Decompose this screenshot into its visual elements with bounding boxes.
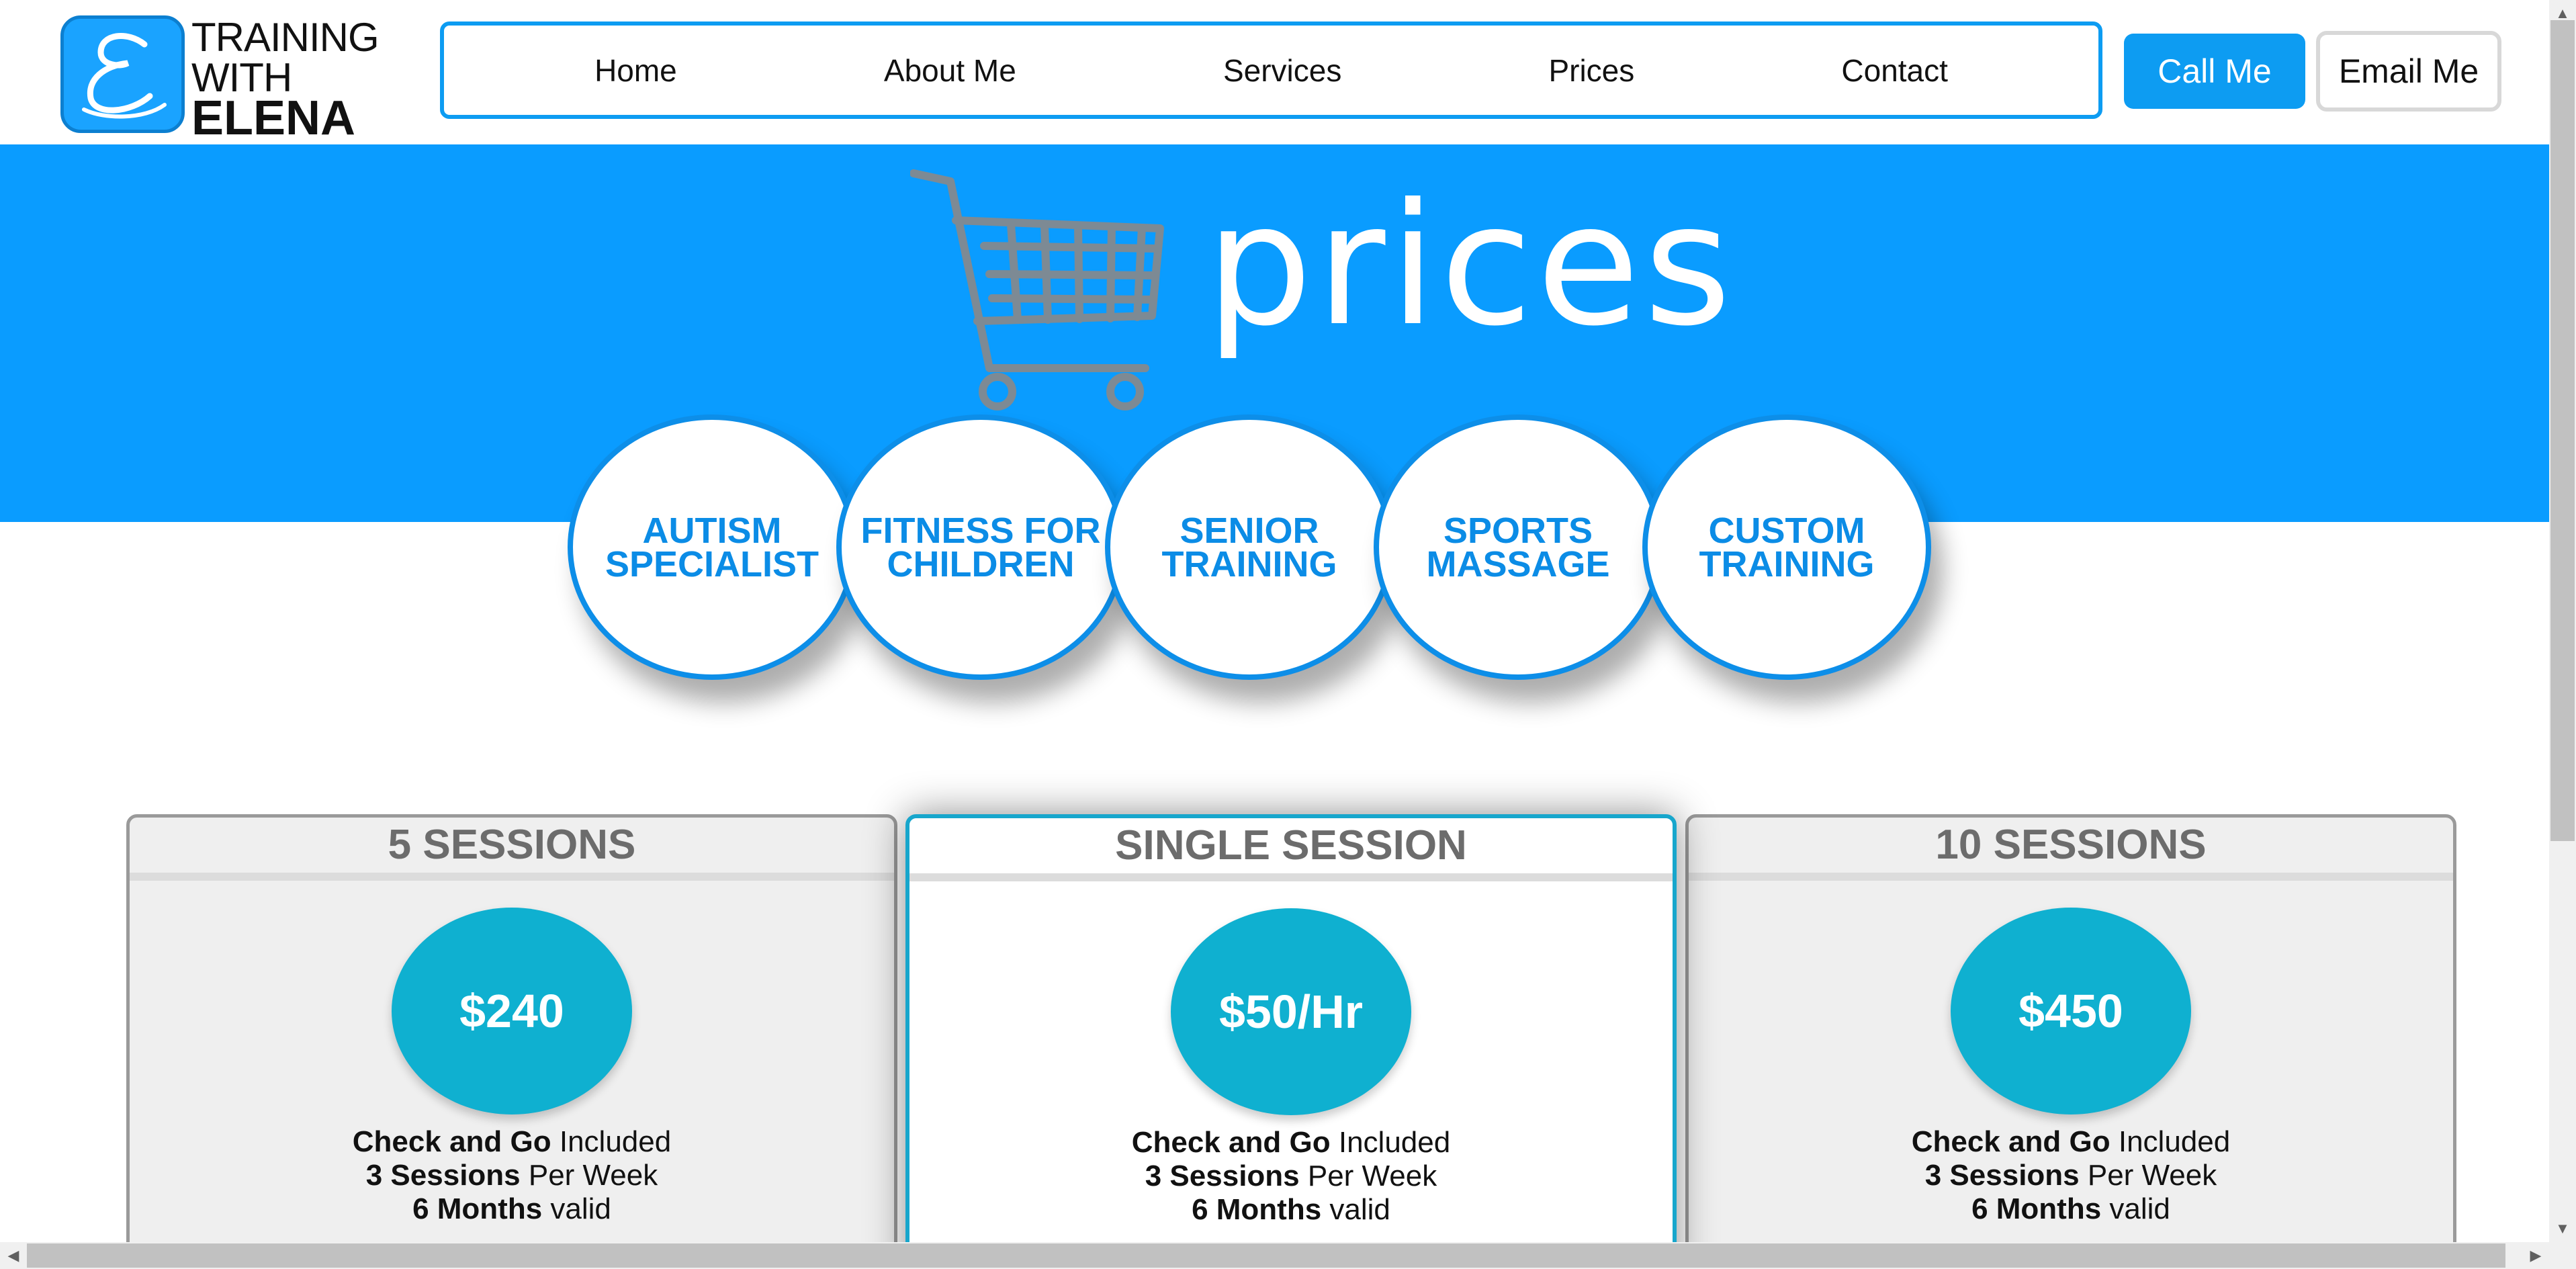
feature-item: 6 Months valid <box>1689 1192 2453 1226</box>
call-me-button[interactable]: Call Me <box>2124 34 2305 109</box>
feature-item: 3 Sessions Per Week <box>1689 1159 2453 1192</box>
feature-list: Check and Go Included 3 Sessions Per Wee… <box>1689 1125 2453 1226</box>
brand-line-3: ELENA <box>191 91 356 145</box>
feature-list: Check and Go Included 3 Sessions Per Wee… <box>130 1125 894 1226</box>
site-header: TRAINING WITH ELENA Home About Me Servic… <box>0 0 2549 144</box>
feature-item: Check and Go Included <box>1689 1125 2453 1159</box>
feature-bold: 3 Sessions <box>1145 1159 1300 1192</box>
banner-title: prices <box>1206 167 1736 363</box>
service-label-line-2: MASSAGE <box>1426 543 1610 584</box>
script-e-logo-icon <box>60 15 185 133</box>
email-me-button[interactable]: Email Me <box>2316 31 2501 112</box>
price-card-10-sessions[interactable]: 10 SESSIONS $450 Check and Go Included 3… <box>1685 814 2456 1242</box>
brand-logo[interactable]: TRAINING WITH ELENA <box>57 12 386 145</box>
price-card-single-session[interactable]: SINGLE SESSION $50/Hr Check and Go Inclu… <box>905 814 1677 1242</box>
service-label-line-2: TRAINING <box>1161 543 1337 584</box>
service-label: SPORTS MASSAGE <box>1410 513 1626 584</box>
service-circle-fitness-for-children[interactable]: FITNESS FOR CHILDREN <box>836 414 1125 680</box>
feature-bold: Check and Go <box>352 1125 551 1158</box>
shopping-cart-icon <box>910 169 1164 410</box>
feature-bold: 6 Months <box>1192 1193 1322 1226</box>
horizontal-scrollbar-thumb[interactable] <box>27 1243 2505 1268</box>
service-label: AUTISM SPECIALIST <box>589 513 835 584</box>
card-divider <box>1689 873 2453 881</box>
price-badge: $240 <box>392 908 632 1114</box>
scroll-right-arrow-icon[interactable]: ▶ <box>2522 1242 2549 1269</box>
feature-bold: 3 Sessions <box>1924 1159 2080 1192</box>
feature-item: 3 Sessions Per Week <box>130 1159 894 1192</box>
feature-list: Check and Go Included 3 Sessions Per Wee… <box>909 1126 1673 1227</box>
feature-bold: Check and Go <box>1131 1126 1331 1159</box>
service-circle-sports-massage[interactable]: SPORTS MASSAGE <box>1374 414 1662 680</box>
feature-text: Included <box>1330 1126 1451 1159</box>
brand-name: TRAINING WITH ELENA <box>191 15 386 145</box>
feature-bold: 3 Sessions <box>365 1159 521 1192</box>
service-label-line-2: TRAINING <box>1699 543 1875 584</box>
feature-text: valid <box>542 1192 611 1225</box>
service-label-line-2: CHILDREN <box>887 543 1075 584</box>
service-label: FITNESS FOR CHILDREN <box>844 513 1116 584</box>
main-navigation: Home About Me Services Prices Contact <box>440 21 2102 119</box>
service-circle-senior-training[interactable]: SENIOR TRAINING <box>1105 414 1394 680</box>
price-card-title: SINGLE SESSION <box>1115 822 1467 869</box>
page: TRAINING WITH ELENA Home About Me Servic… <box>0 0 2549 1242</box>
scroll-down-arrow-icon[interactable]: ▼ <box>2549 1215 2576 1242</box>
card-divider <box>909 873 1673 881</box>
price-badge: $450 <box>1951 908 2191 1114</box>
feature-text: Included <box>2110 1125 2231 1158</box>
scroll-left-arrow-icon[interactable]: ◀ <box>0 1242 27 1269</box>
nav-contact[interactable]: Contact <box>1841 52 1948 89</box>
feature-text: Per Week <box>2079 1159 2217 1192</box>
brand-line-1: TRAINING <box>191 15 380 60</box>
service-circle-autism-specialist[interactable]: AUTISM SPECIALIST <box>568 414 856 680</box>
nav-prices[interactable]: Prices <box>1548 52 1634 89</box>
nav-services[interactable]: Services <box>1223 52 1341 89</box>
feature-text: Per Week <box>1299 1159 1437 1192</box>
card-divider <box>130 873 894 881</box>
feature-item: Check and Go Included <box>909 1126 1673 1159</box>
feature-item: 6 Months valid <box>130 1192 894 1226</box>
vertical-scrollbar-thumb[interactable] <box>2550 20 2575 841</box>
feature-bold: 6 Months <box>1971 1192 2102 1225</box>
service-label: SENIOR TRAINING <box>1146 513 1353 584</box>
feature-item: 6 Months valid <box>909 1193 1673 1227</box>
feature-text: valid <box>1321 1193 1390 1226</box>
feature-bold: Check and Go <box>1911 1125 2111 1158</box>
price-card-5-sessions[interactable]: 5 SESSIONS $240 Check and Go Included 3 … <box>126 814 897 1242</box>
price-card-title: 5 SESSIONS <box>388 822 636 868</box>
feature-text: valid <box>2101 1192 2170 1225</box>
service-circle-custom-training[interactable]: CUSTOM TRAINING <box>1642 414 1931 680</box>
feature-text: Per Week <box>520 1159 658 1192</box>
feature-item: Check and Go Included <box>130 1125 894 1159</box>
nav-about-me[interactable]: About Me <box>884 52 1016 89</box>
nav-home[interactable]: Home <box>594 52 677 89</box>
feature-item: 3 Sessions Per Week <box>909 1159 1673 1193</box>
price-card-title: 10 SESSIONS <box>1935 822 2207 868</box>
feature-text: Included <box>551 1125 672 1158</box>
service-label-line-2: SPECIALIST <box>605 543 819 584</box>
price-badge: $50/Hr <box>1171 908 1411 1115</box>
service-label: CUSTOM TRAINING <box>1683 513 1891 584</box>
feature-bold: 6 Months <box>412 1192 543 1225</box>
